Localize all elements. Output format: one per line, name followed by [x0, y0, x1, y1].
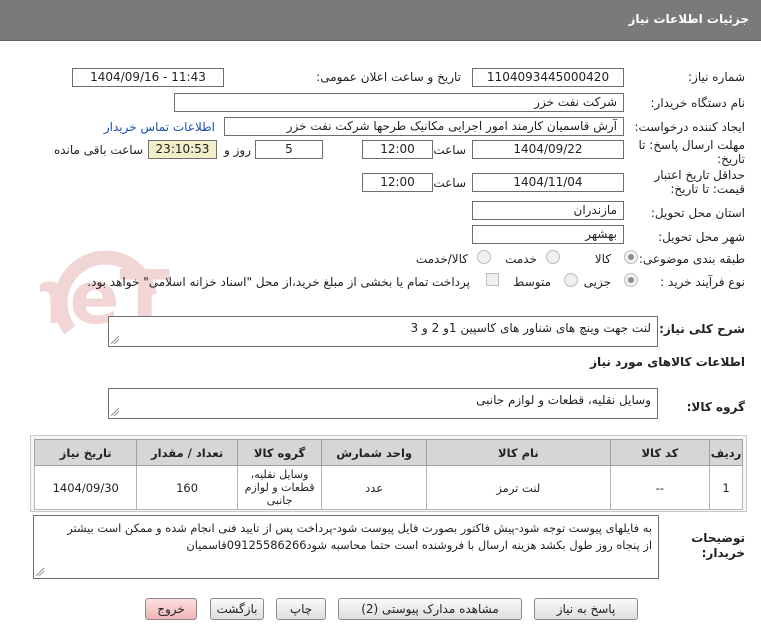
- category-option-both: کالا/خدمت: [415, 252, 468, 266]
- category-option-service: خدمت: [505, 252, 537, 266]
- deadline-time-field: 12:00: [362, 140, 433, 159]
- deadline-date-field: 1404/09/22: [472, 140, 624, 159]
- goods-section-title: اطلاعات کالاهای مورد نیاز: [590, 355, 745, 369]
- treasury-checkbox[interactable]: [486, 273, 499, 286]
- validity-label-2: قیمت: تا تاریخ:: [670, 182, 745, 196]
- city-label: شهر محل تحویل:: [658, 230, 745, 244]
- cell-date: 1404/09/30: [33, 465, 138, 510]
- deadline-label-2: تاریخ:: [717, 152, 745, 166]
- resize-grip-icon[interactable]: [111, 336, 119, 344]
- exit-button[interactable]: خروج: [145, 598, 197, 620]
- cell-qty: 160: [136, 465, 238, 510]
- print-button[interactable]: چاپ: [276, 598, 326, 620]
- category-option-goods: کالا: [594, 252, 611, 266]
- cell-unit: عدد: [321, 465, 427, 510]
- col-code: کد کالا: [609, 439, 711, 466]
- process-option-minor: جزیی: [583, 275, 611, 289]
- remaining-time-field: 23:10:53: [148, 140, 217, 159]
- validity-date-field: 1404/11/04: [472, 173, 624, 192]
- buyer-org-label: نام دستگاه خریدار:: [650, 96, 746, 110]
- cell-name: لنت ترمز: [425, 465, 611, 510]
- announce-field: 1404/09/16 - 11:43: [72, 68, 224, 87]
- city-field: بهشهر: [472, 225, 624, 244]
- col-date: تاریخ نیاز: [33, 439, 138, 466]
- items-table-header-row: ردیف کد کالا نام کالا واحد شمارش گروه کا…: [33, 439, 743, 466]
- category-radio-both[interactable]: [477, 250, 491, 264]
- col-qty: تعداد / مقدار: [136, 439, 238, 466]
- description-label: شرح کلی نیاز:: [659, 322, 745, 336]
- cell-row: 1: [709, 465, 743, 510]
- buyer-contact-link[interactable]: اطلاعات تماس خریدار: [104, 120, 215, 134]
- table-row: 1 -- لنت ترمز عدد وسایل نقلیه، قطعات و ل…: [33, 465, 743, 510]
- requester-field: آرش قاسمیان کارمند امور اجرایی مکانیک طر…: [224, 117, 624, 136]
- col-group: گروه کالا: [236, 439, 323, 466]
- description-text: لنت جهت وینچ های شناور های کاسپین 1و 2 و…: [410, 321, 651, 335]
- reply-button[interactable]: پاسخ به نیاز: [534, 598, 638, 620]
- col-name: نام کالا: [425, 439, 611, 466]
- announce-label: تاریخ و ساعت اعلان عمومی:: [316, 70, 461, 84]
- deadline-days-label: روز و: [224, 143, 251, 157]
- goods-group-textarea: وسایل نقلیه، قطعات و لوازم جانبی: [108, 388, 658, 419]
- need-number-field: 1104093445000420: [472, 68, 624, 87]
- need-number-label: شماره نیاز:: [688, 70, 745, 84]
- category-label: طبقه بندی موضوعی:: [638, 252, 745, 266]
- buyer-notes-label-2: خریدار:: [701, 546, 745, 560]
- goods-group-label: گروه کالا:: [686, 400, 745, 414]
- validity-time-field: 12:00: [362, 173, 433, 192]
- deadline-days-field: 5: [255, 140, 323, 159]
- process-radio-minor[interactable]: [624, 273, 638, 287]
- description-textarea: لنت جهت وینچ های شناور های کاسپین 1و 2 و…: [108, 316, 658, 347]
- validity-time-label: ساعت: [433, 176, 466, 190]
- attachments-button[interactable]: مشاهده مدارک پیوستی (2): [338, 598, 522, 620]
- resize-grip-icon[interactable]: [36, 568, 44, 576]
- buyer-notes-textarea: به فایلهای پیوست توجه شود-پیش فاکتور بصو…: [33, 515, 659, 579]
- buyer-notes-label-1: توضیحات: [691, 531, 745, 545]
- process-option-medium: متوسط: [513, 275, 551, 289]
- buyer-notes-line-1: به فایلهای پیوست توجه شود-پیش فاکتور بصو…: [67, 521, 652, 535]
- category-radio-service[interactable]: [546, 250, 560, 264]
- col-row: ردیف: [709, 439, 743, 466]
- province-label: استان محل تحویل:: [650, 206, 745, 220]
- process-label: نوع فرآیند خرید :: [660, 275, 745, 289]
- deadline-label-1: مهلت ارسال پاسخ: تا: [638, 138, 745, 152]
- requester-label: ایجاد کننده درخواست:: [634, 120, 745, 134]
- col-unit: واحد شمارش: [321, 439, 427, 466]
- buyer-notes-line-2: از پنجاه روز طول بکشد هزینه ارسال با فرو…: [186, 538, 652, 552]
- deadline-time-label: ساعت: [433, 143, 466, 157]
- category-radio-goods[interactable]: [624, 250, 638, 264]
- items-table: ردیف کد کالا نام کالا واحد شمارش گروه کا…: [33, 439, 743, 510]
- process-radio-medium[interactable]: [564, 273, 578, 287]
- treasury-note: پرداخت تمام یا بخشی از مبلغ خرید،از محل …: [87, 275, 470, 289]
- back-button[interactable]: بازگشت: [210, 598, 264, 620]
- province-field: مازندران: [472, 201, 624, 220]
- page-title: جزئیات اطلاعات نیاز: [628, 12, 749, 26]
- validity-label-1: حداقل تاریخ اعتبار: [654, 168, 745, 182]
- goods-group-text: وسایل نقلیه، قطعات و لوازم جانبی: [476, 393, 651, 407]
- buyer-org-field: شرکت نفت خزر: [174, 93, 624, 112]
- cell-group: وسایل نقلیه، قطعات و لوازم جانبی: [236, 465, 323, 510]
- page-header: جزئیات اطلاعات نیاز: [0, 0, 761, 41]
- resize-grip-icon[interactable]: [111, 408, 119, 416]
- remaining-time-label: ساعت باقی مانده: [53, 143, 143, 157]
- cell-code: --: [609, 465, 711, 510]
